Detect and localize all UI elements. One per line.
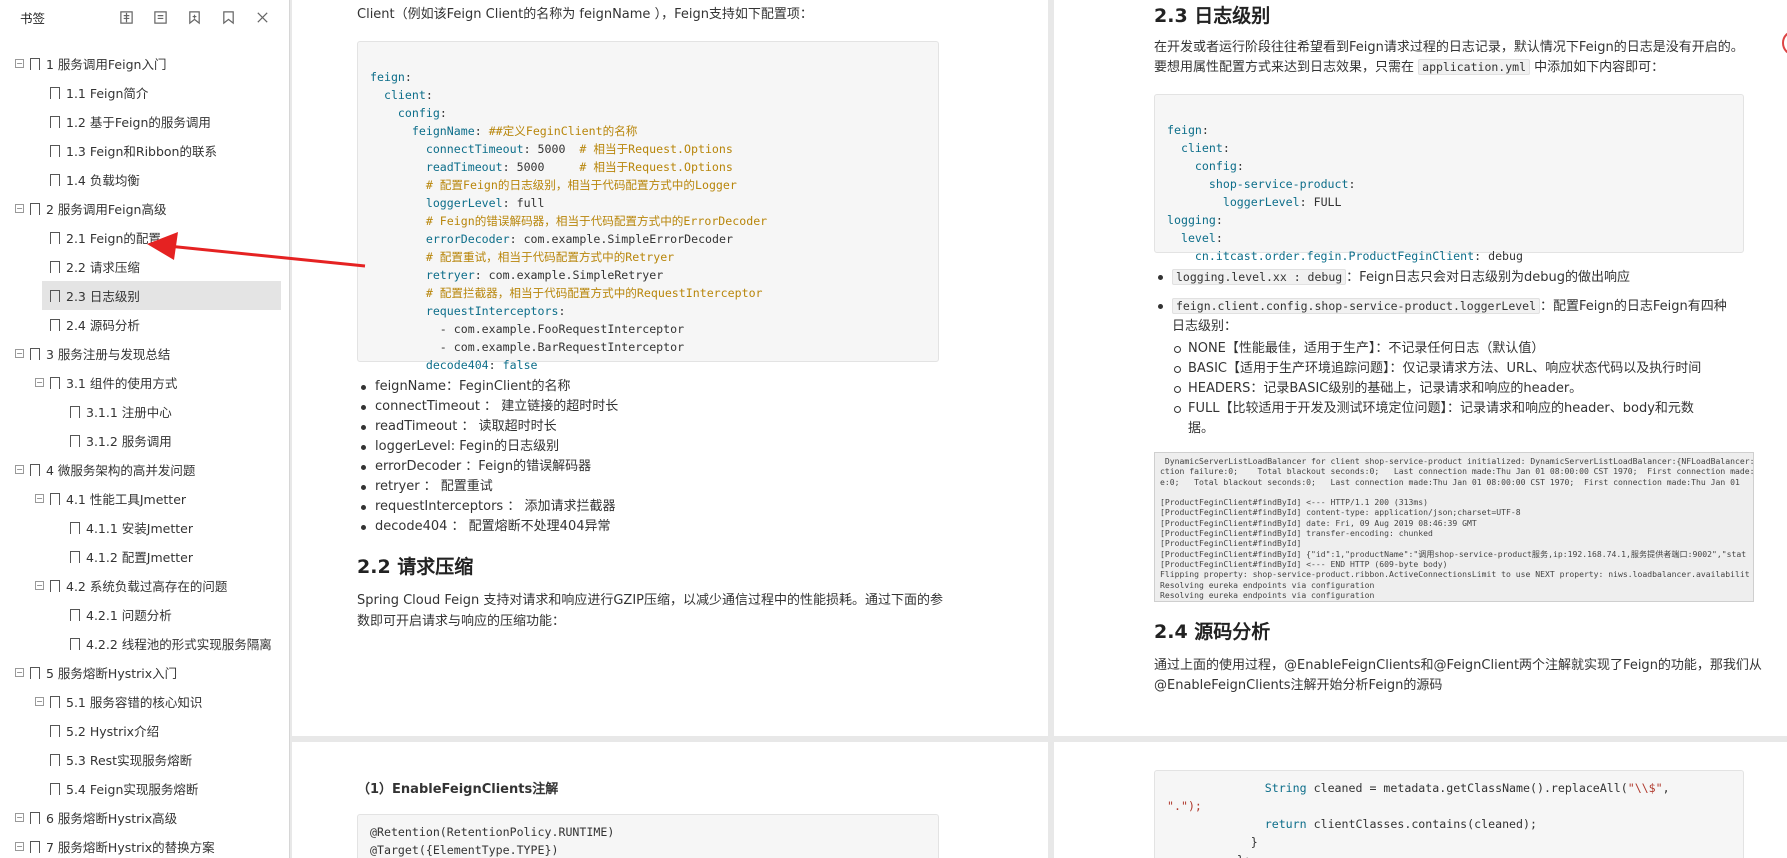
red-arrow-annotation — [147, 232, 366, 268]
pdf-reader-window: 书签 −1 服务调用Feign入门 1.1 Feign简介 1.2 基于Feign的… — [0, 0, 1787, 858]
